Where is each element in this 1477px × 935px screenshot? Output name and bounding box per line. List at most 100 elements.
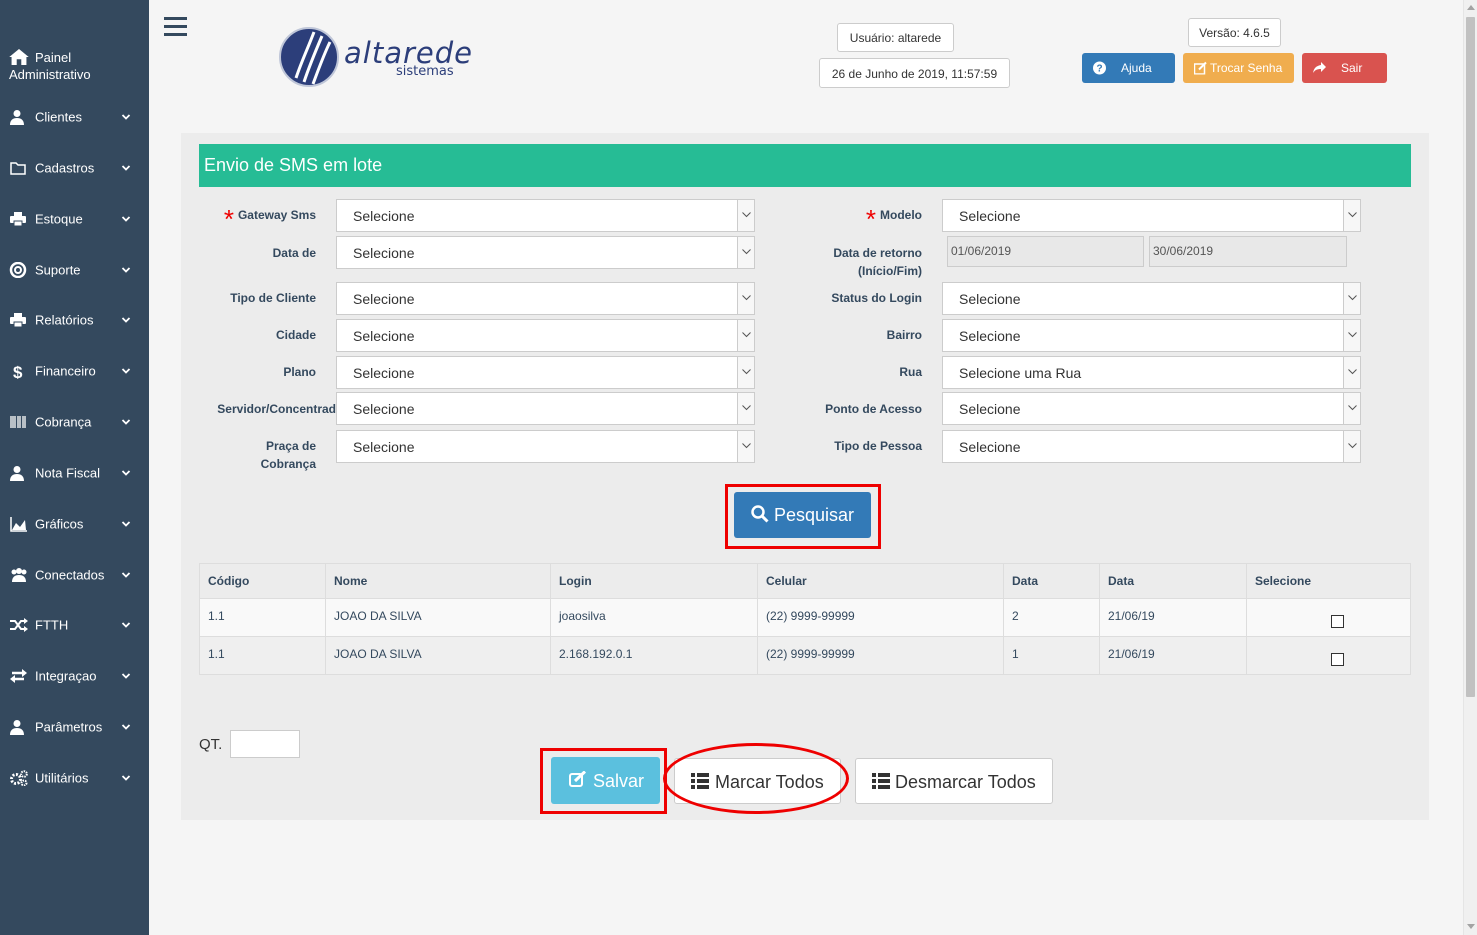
required-icon: *	[865, 203, 876, 234]
cell-select	[1246, 636, 1411, 675]
chevron-down-icon	[737, 200, 754, 231]
folder-icon	[10, 162, 26, 175]
tipo-cliente-label: Tipo de Cliente	[230, 291, 316, 305]
chevron-down-icon	[737, 357, 754, 388]
cell-data: 2	[1003, 598, 1100, 637]
sidebar-item-label: Conectados	[35, 567, 105, 583]
sidebar-item-clientes[interactable]: Clientes	[0, 97, 149, 137]
status-login-label: Status do Login	[831, 291, 922, 305]
cogs-icon	[10, 770, 28, 786]
sidebar-item-nota-fiscal[interactable]: Nota Fiscal	[0, 453, 149, 493]
tipo-cliente-select[interactable]: Selecione	[336, 282, 755, 315]
gateway-sms-label: * Gateway Sms	[223, 203, 316, 234]
logo-subtext: sistemas	[396, 64, 454, 79]
gateway-sms-select[interactable]: Selecione	[336, 199, 755, 232]
chevron-down-icon	[1343, 320, 1360, 351]
cell-nome: JOAO DA SILVA	[325, 636, 551, 675]
table-header-row: Código Nome Login Celular Data Data Sele…	[199, 563, 1411, 599]
version-badge: Versão: 4.6.5	[1188, 18, 1281, 47]
save-button[interactable]: Salvar	[551, 757, 660, 804]
chevron-down-icon	[737, 320, 754, 351]
support-icon	[9, 262, 27, 278]
cell-select	[1246, 598, 1411, 637]
row-checkbox[interactable]	[1331, 653, 1344, 666]
chevron-down-icon	[737, 431, 754, 462]
chevron-down-icon	[121, 521, 131, 527]
chevron-down-icon	[121, 775, 131, 781]
sidebar-item-cobranca[interactable]: Cobrança	[0, 402, 149, 442]
qt-label: QT.	[199, 736, 223, 753]
cell-nome: JOAO DA SILVA	[325, 598, 551, 637]
sidebar-item-label: Gráficos	[35, 516, 84, 532]
servidor-select[interactable]: Selecione	[336, 392, 755, 425]
logout-button[interactable]: Sair	[1302, 53, 1387, 83]
date-end-input[interactable]: 30/06/2019	[1149, 236, 1347, 267]
col-celular: Celular	[757, 563, 1004, 599]
chevron-down-icon	[1343, 283, 1360, 314]
col-login: Login	[550, 563, 758, 599]
bairro-select[interactable]: Selecione	[942, 319, 1361, 352]
tipo-pessoa-label: Tipo de Pessoa	[834, 439, 922, 453]
col-codigo: Código	[199, 563, 326, 599]
row-checkbox[interactable]	[1331, 615, 1344, 628]
sidebar-item-conectados[interactable]: Conectados	[0, 555, 149, 595]
rua-select[interactable]: Selecione uma Rua	[942, 356, 1361, 389]
cell-data-2: 21/06/19	[1099, 598, 1247, 637]
sidebar-item-cadastros[interactable]: Cadastros	[0, 148, 149, 188]
change-password-label: Trocar Senha	[1210, 61, 1283, 75]
modelo-select[interactable]: Selecione	[942, 199, 1361, 232]
cidade-select[interactable]: Selecione	[336, 319, 755, 352]
status-login-select[interactable]: Selecione	[942, 282, 1361, 315]
date-start-input[interactable]: 01/06/2019	[947, 236, 1144, 267]
scrollbar-thumb[interactable]	[1466, 17, 1475, 697]
praca-cobranca-label: Praça de Cobrança	[260, 439, 316, 471]
results-table: Código Nome Login Celular Data Data Sele…	[199, 563, 1411, 675]
cidade-label: Cidade	[275, 328, 316, 342]
chevron-down-icon	[121, 216, 131, 222]
scroll-up-icon[interactable]	[1467, 5, 1475, 10]
sidebar-item-estoque[interactable]: Estoque	[0, 199, 149, 239]
datetime-badge: 26 de Junho de 2019, 11:57:59	[819, 58, 1010, 88]
chevron-down-icon	[121, 368, 131, 374]
sidebar-item-parametros[interactable]: Parâmetros	[0, 707, 149, 747]
user-badge: Usuário: altarede	[837, 23, 954, 52]
search-button[interactable]: Pesquisar	[734, 492, 871, 538]
qt-input[interactable]	[230, 730, 300, 758]
rua-label: Rua	[899, 365, 922, 379]
sidebar-item-utilitarios[interactable]: Utilitários	[0, 758, 149, 798]
chevron-down-icon	[737, 237, 754, 268]
praca-cobranca-select[interactable]: Selecione	[336, 430, 755, 463]
data-de-select[interactable]: Selecione	[336, 236, 755, 269]
ponto-acesso-select[interactable]: Selecione	[942, 392, 1361, 425]
sidebar-item-relatorios[interactable]: Relatórios	[0, 300, 149, 340]
user-icon	[10, 720, 24, 735]
scroll-down-icon[interactable]	[1467, 924, 1475, 929]
scrollbar[interactable]	[1463, 0, 1477, 935]
table-row: 1.1 JOAO DA SILVA 2.168.192.0.1 (22) 999…	[199, 636, 1411, 675]
chevron-down-icon	[121, 622, 131, 628]
sidebar-item-graficos[interactable]: Gráficos	[0, 504, 149, 544]
unmark-all-button[interactable]: Desmarcar Todos	[855, 758, 1053, 804]
bairro-label: Bairro	[886, 328, 922, 342]
area-chart-icon	[10, 517, 27, 532]
change-password-button[interactable]: Trocar Senha	[1183, 53, 1294, 83]
sidebar-item-painel[interactable]: Painel Administrativo	[0, 37, 149, 82]
sidebar-item-label-painel-1: Painel	[35, 50, 72, 65]
random-icon	[10, 618, 28, 632]
plano-select[interactable]: Selecione	[336, 356, 755, 389]
sidebar-item-ftth[interactable]: FTTH	[0, 605, 149, 645]
tipo-pessoa-select[interactable]: Selecione	[942, 430, 1361, 463]
datetime-text: 26 de Junho de 2019, 11:57:59	[831, 67, 998, 81]
sidebar-item-label: Suporte	[35, 262, 81, 278]
col-data-2: Data	[1099, 563, 1247, 599]
sidebar-item-suporte[interactable]: Suporte	[0, 250, 149, 290]
sidebar-item-financeiro[interactable]: $ Financeiro	[0, 351, 149, 391]
cell-celular: (22) 9999-99999	[757, 636, 1004, 675]
sidebar-item-integracao[interactable]: Integraçao	[0, 656, 149, 696]
col-selecione: Selecione	[1246, 563, 1411, 599]
chevron-down-icon	[121, 470, 131, 476]
help-button[interactable]: ? Ajuda	[1082, 53, 1175, 83]
chevron-down-icon	[121, 267, 131, 273]
sidebar-item-label: FTTH	[35, 617, 69, 633]
menu-toggle-icon[interactable]	[164, 17, 187, 36]
